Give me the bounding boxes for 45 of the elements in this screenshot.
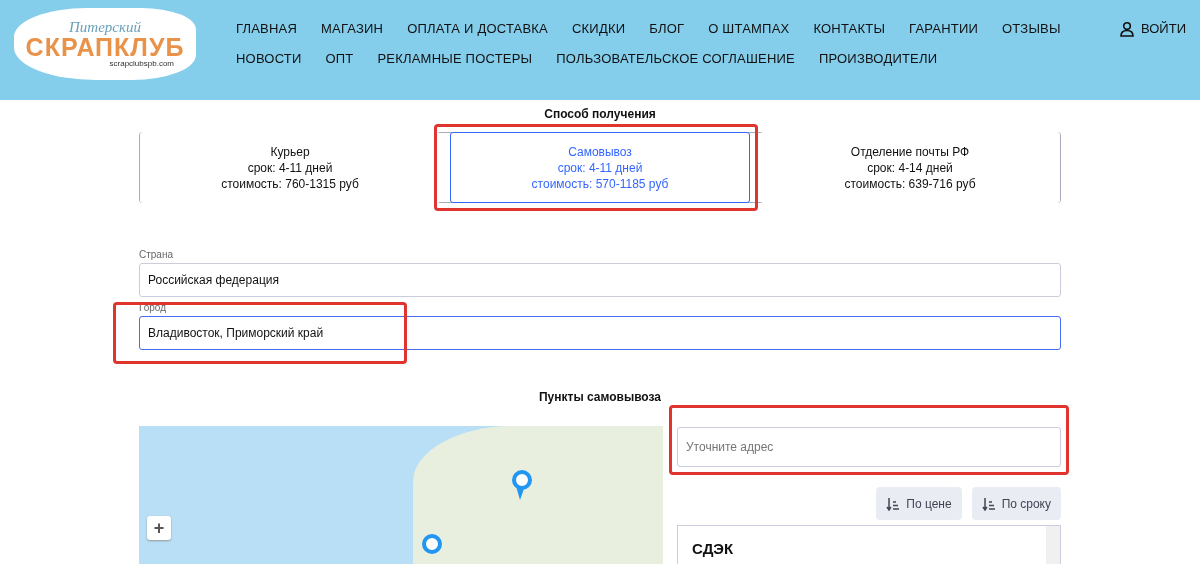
nav-link[interactable]: ОТЗЫВЫ [1002, 20, 1061, 38]
input-field[interactable]: Владивосток, Приморский край [139, 316, 1061, 350]
nav-link[interactable]: СКИДКИ [572, 20, 626, 38]
address-field[interactable]: Уточните адрес [677, 427, 1061, 467]
section-title: Пункты самовывоза [537, 389, 663, 406]
nav-link[interactable]: НОВОСТИ [236, 50, 302, 68]
scrollbar[interactable] [1046, 526, 1060, 564]
field-label: Страна [139, 249, 174, 261]
option-name: Самовывоз [568, 143, 632, 160]
option-name: Курьер [270, 143, 310, 160]
nav-link[interactable]: КОНТАКТЫ [813, 20, 886, 38]
nav-link[interactable]: РЕКЛАМНЫЕ ПОСТЕРЫ [377, 50, 533, 68]
option-name: Отделение почты РФ [850, 143, 970, 160]
login-link[interactable]: ВОЙТИ [1141, 20, 1186, 38]
nav-link[interactable]: ПРОИЗВОДИТЕЛИ [818, 50, 938, 68]
logo-url: scrapclubspb.com [109, 60, 174, 68]
option-cost: стоимость: 639-716 руб [844, 175, 976, 192]
option-term: срок: 4-11 дней [247, 159, 333, 176]
nav-link[interactable]: ОПТ [325, 50, 354, 68]
nav-link[interactable]: ГЛАВНАЯ [236, 20, 298, 38]
nav-link[interactable]: ГАРАНТИИ [909, 20, 979, 38]
option-term: срок: 4-11 дней [557, 159, 643, 176]
sort-button[interactable]: По цене [876, 487, 962, 520]
zoom-in-button[interactable]: + [147, 516, 171, 540]
input-field[interactable]: Российская федерация [139, 263, 1061, 297]
nav-link[interactable]: БЛОГ [649, 20, 685, 38]
logo-script-text: Питерский [69, 20, 141, 35]
nav-link[interactable]: МАГАЗИН [321, 20, 384, 38]
sort-button[interactable]: По сроку [971, 487, 1061, 520]
option-cost: стоимость: 760-1315 руб [221, 175, 359, 192]
sort-icon [981, 496, 996, 511]
sort-icon [886, 496, 901, 511]
nav-link[interactable]: ОПЛАТА И ДОСТАВКА [407, 20, 548, 38]
nav-link[interactable]: ПОЛЬЗОВАТЕЛЬСКОЕ СОГЛАШЕНИЕ [556, 50, 795, 68]
delivery-option[interactable]: Отделение почты РФ срок: 4-14 дней стоимость: 639-716 руб [760, 132, 1060, 203]
pickup-point-name[interactable]: СДЭК [692, 538, 1046, 561]
option-term: срок: 4-14 дней [867, 159, 953, 176]
nav-link[interactable]: О ШТАМПАХ [708, 20, 790, 38]
map-pin-icon[interactable] [511, 470, 533, 502]
logo-title: СКРАПКЛУБ [25, 35, 185, 60]
delivery-option[interactable]: Курьер срок: 4-11 дней стоимость: 760-1315 руб [140, 132, 440, 203]
user-icon [1119, 21, 1135, 37]
delivery-option[interactable]: Самовывоз срок: 4-11 дней стоимость: 570-1185 руб [450, 132, 750, 203]
option-cost: стоимость: 570-1185 руб [531, 175, 669, 192]
section-title: Способ получения [543, 106, 657, 123]
